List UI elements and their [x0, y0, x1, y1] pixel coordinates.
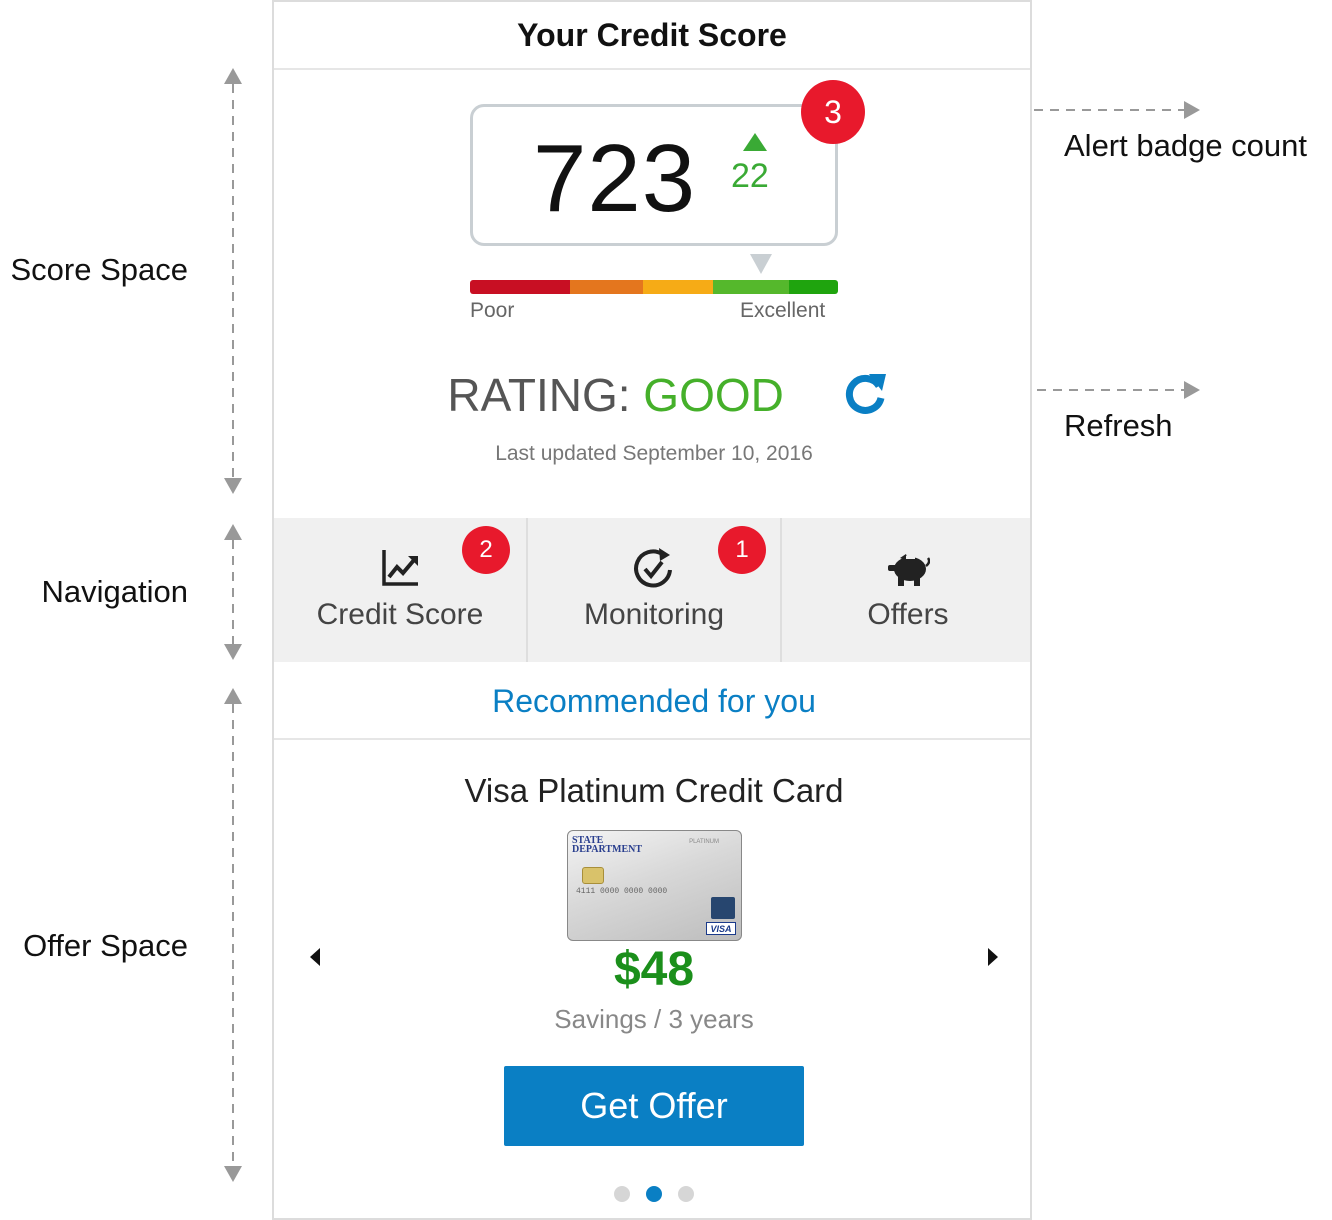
refresh-callout: Refresh: [1064, 408, 1173, 443]
gauge-segment-fair: [570, 280, 643, 294]
get-offer-button[interactable]: Get Offer: [504, 1066, 804, 1146]
credit-score-value: 723: [533, 125, 697, 232]
gauge-min-label: Poor: [470, 299, 515, 322]
savings-amount: $48: [613, 943, 695, 996]
card-chip-icon: [582, 867, 604, 884]
nav-label-credit-score: Credit Score: [316, 598, 484, 631]
credit-score-badge: 2: [462, 526, 510, 574]
gauge-pointer-icon: [750, 254, 772, 274]
rating-prefix: RATING:: [447, 369, 631, 421]
nav-item-monitoring[interactable]: Monitoring 1: [528, 518, 782, 662]
navigation-label: Navigation: [41, 574, 188, 609]
carousel-dot-2[interactable]: [646, 1186, 662, 1202]
last-updated-text: Last updated September 10, 2016: [495, 442, 813, 465]
recommended-heading[interactable]: Recommended for you: [274, 664, 1030, 740]
score-space-label: Score Space: [10, 252, 189, 287]
credit-card-image: STATE DEPARTMENT PLATINUM 4111 0000 0000…: [567, 830, 742, 941]
score-gauge: [470, 280, 838, 294]
score-card[interactable]: 723 22: [470, 104, 838, 246]
card-issuer-line2: DEPARTMENT: [572, 844, 643, 855]
nav-item-offers[interactable]: Offers: [782, 518, 1030, 662]
offer-title: Visa Platinum Credit Card: [464, 772, 844, 809]
nav-label-monitoring: Monitoring: [583, 598, 725, 631]
gauge-max-label: Excellent: [740, 299, 826, 322]
offer-space-label: Offer Space: [23, 928, 188, 963]
alert-badge[interactable]: 3: [801, 80, 865, 144]
monitoring-badge: 1: [718, 526, 766, 574]
carousel-prev-icon[interactable]: [310, 948, 320, 966]
rating-line: RATING: GOOD: [274, 368, 1030, 422]
carousel-dots: [274, 1186, 1030, 1202]
card-number: 4111 0000 0000 0000: [576, 887, 668, 896]
gauge-segment-average: [643, 280, 713, 294]
score-change-value: 22: [731, 157, 769, 195]
rating-value: GOOD: [643, 369, 784, 421]
monitoring-icon: [634, 548, 672, 588]
gauge-segment-good: [713, 280, 789, 294]
nav-item-credit-score[interactable]: Credit Score 2: [274, 518, 528, 662]
piggy-bank-icon: [888, 554, 930, 586]
alert-badge-callout: Alert badge count: [1064, 128, 1308, 163]
card-bird-logo-icon: [711, 897, 735, 919]
savings-period: Savings / 3 years: [554, 1004, 754, 1034]
carousel-dot-1[interactable]: [614, 1186, 630, 1202]
carousel-dot-3[interactable]: [678, 1186, 694, 1202]
card-tier: PLATINUM: [689, 839, 719, 845]
phone-screen: Your Credit Score 723 22 3 Poor Excellen…: [272, 0, 1032, 1220]
gauge-segment-poor: [470, 280, 570, 294]
score-up-arrow-icon: [743, 133, 767, 151]
page-title: Your Credit Score: [274, 2, 1030, 70]
bottom-navigation: Credit Score 2 Monitoring 1 Offers: [274, 518, 1030, 662]
nav-label-offers: Offers: [867, 598, 949, 631]
carousel-next-icon[interactable]: [988, 948, 998, 966]
visa-logo: VISA: [706, 922, 736, 935]
gauge-segment-excellent: [789, 280, 838, 294]
chart-icon: [382, 550, 418, 586]
refresh-icon[interactable]: [842, 370, 888, 416]
